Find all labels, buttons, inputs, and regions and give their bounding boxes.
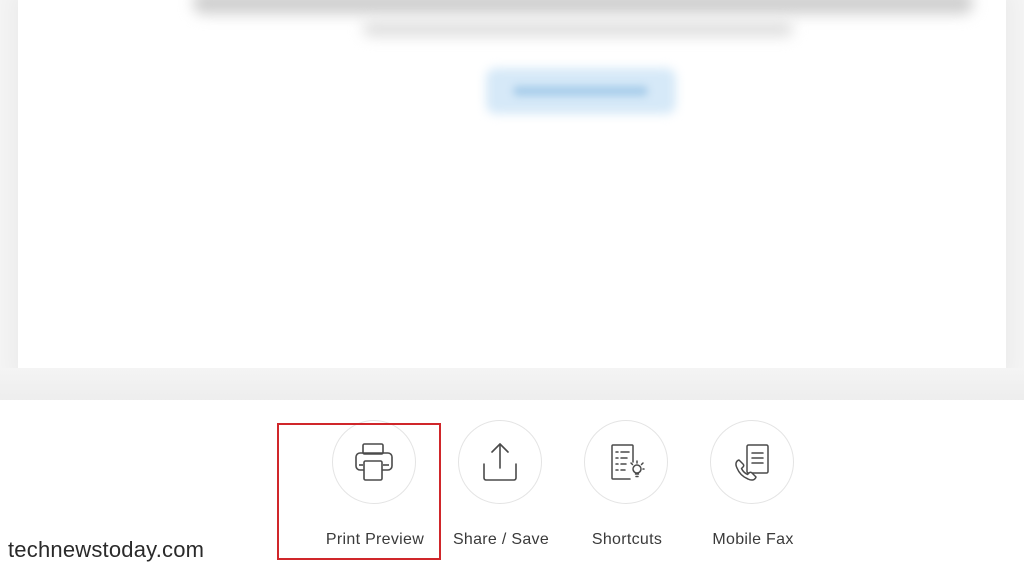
document-preview-area: [18, 0, 1006, 370]
shortcuts-icon-circle[interactable]: [584, 420, 668, 504]
share-icon: [483, 443, 517, 481]
print-preview-icon-circle[interactable]: [332, 420, 416, 504]
mobile-fax-button[interactable]: Mobile Fax: [688, 420, 818, 560]
blurred-text-line: [193, 0, 973, 14]
site-watermark: technewstoday.com: [8, 537, 205, 562]
fax-icon: [735, 444, 769, 481]
printer-icon: [355, 443, 393, 481]
mobile-fax-label: Mobile Fax: [712, 531, 794, 548]
shortcuts-icon: [611, 444, 645, 480]
blurred-text-line: [363, 22, 793, 36]
blurred-button-text: [513, 86, 648, 96]
panel-divider: [0, 368, 1024, 402]
share-save-icon-circle[interactable]: [458, 420, 542, 504]
mobile-fax-icon-circle[interactable]: [710, 420, 794, 504]
